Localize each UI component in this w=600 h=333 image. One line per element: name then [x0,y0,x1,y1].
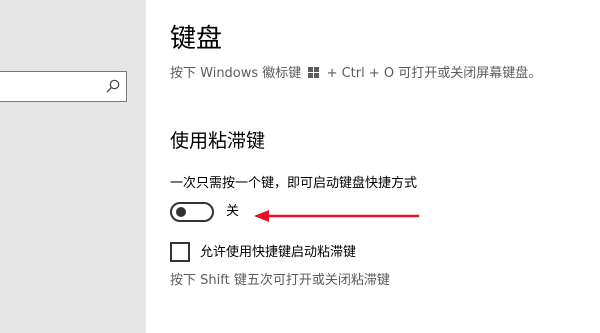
sidebar [0,0,146,333]
shortcut-hint: 按下 Shift 键五次可打开或关闭粘滞键 [170,273,390,288]
search-input[interactable] [0,71,127,102]
windows-logo-icon [308,67,320,78]
search-icon[interactable] [106,79,120,93]
section-title-sticky-keys: 使用粘滞键 [170,130,266,152]
page-description: 按下 Windows 徽标键 + Ctrl + O 可打开或关闭屏幕键盘。 [170,64,541,84]
page-title: 键盘 [170,24,223,54]
description-prefix: 按下 Windows 徽标键 [170,66,302,81]
main-content: 键盘 按下 Windows 徽标键 + Ctrl + O 可打开或关闭屏幕键盘。… [146,0,600,333]
sticky-keys-toggle-description: 一次只需按一个键，即可启动键盘快捷方式 [170,176,418,191]
toggle-knob [176,207,186,217]
toggle-state-label: 关 [226,204,240,219]
sticky-keys-toggle[interactable] [170,202,214,222]
description-suffix: + Ctrl + O 可打开或关闭屏幕键盘。 [326,66,542,81]
shortcut-checkbox-label[interactable]: 允许使用快捷键启动粘滞键 [200,242,356,264]
annotation-arrow-icon [254,210,420,222]
shortcut-checkbox[interactable] [170,242,190,262]
